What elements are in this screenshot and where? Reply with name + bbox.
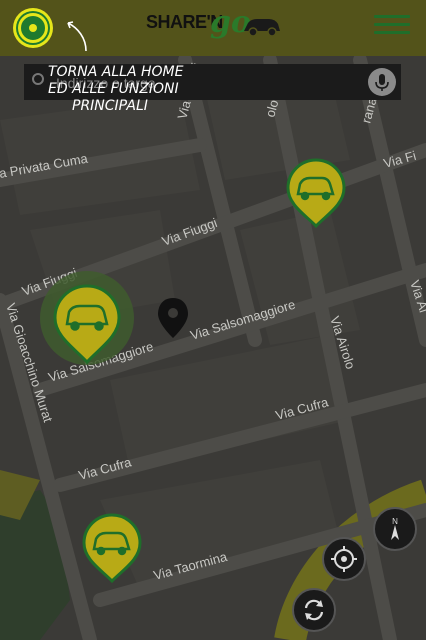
refresh-button[interactable] <box>292 588 336 632</box>
locate-me-button[interactable] <box>322 537 366 581</box>
app-logo: SHARE'N go <box>146 5 286 43</box>
microphone-button[interactable] <box>368 68 396 96</box>
compass-north-icon: N <box>391 517 399 540</box>
refresh-icon <box>304 599 324 621</box>
hamburger-menu-icon[interactable] <box>374 11 410 41</box>
home-button[interactable] <box>13 8 53 48</box>
crosshair-locate-icon <box>331 546 357 572</box>
hint-line-3: PRINCIPALI <box>72 98 148 114</box>
app-screen: a Privata Cuma Via Fiuggi Via Fiuggi Via… <box>0 0 426 640</box>
hint-line-1: TORNA ALLA HOME <box>48 64 184 80</box>
svg-text:N: N <box>392 517 398 526</box>
home-icon <box>18 13 48 43</box>
microphone-icon <box>375 74 389 91</box>
hint-arrow-icon <box>67 21 87 52</box>
car-logo-icon <box>244 19 280 37</box>
hint-line-2: ED ALLE FUNZIONI <box>48 81 179 97</box>
compass-button[interactable]: N <box>373 507 417 551</box>
onboarding-hint: TORNA ALLA HOME ED ALLE FUNZIONI PRINCIP… <box>48 64 208 115</box>
car-pin-selected[interactable] <box>40 271 134 365</box>
search-icon <box>32 73 44 85</box>
